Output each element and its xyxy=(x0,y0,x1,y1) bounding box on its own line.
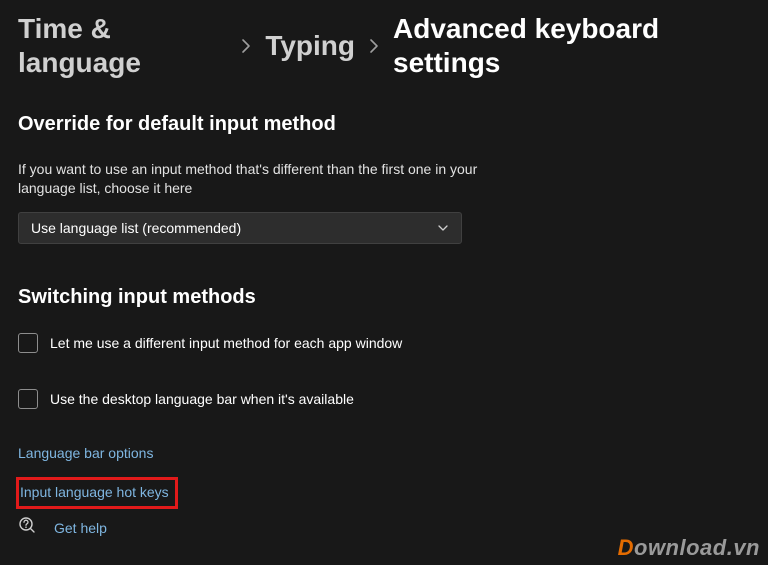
language-bar-options-link[interactable]: Language bar options xyxy=(18,445,153,461)
switching-heading: Switching input methods xyxy=(18,286,750,309)
breadcrumb-current: Advanced keyboard settings xyxy=(393,12,750,79)
breadcrumb-time-language[interactable]: Time & language xyxy=(18,12,227,79)
input-language-hotkeys-highlight: Input language hot keys xyxy=(16,477,178,509)
watermark-letter: D xyxy=(618,535,634,560)
chevron-right-icon xyxy=(241,38,251,54)
chevron-right-icon xyxy=(369,38,379,54)
checkbox-per-app-input[interactable]: Let me use a different input method for … xyxy=(18,333,750,353)
get-help-link[interactable]: Get help xyxy=(54,520,107,536)
watermark: Download.vn xyxy=(618,535,760,561)
input-language-hotkeys-link[interactable]: Input language hot keys xyxy=(20,484,169,500)
checkbox-desktop-language-bar[interactable]: Use the desktop language bar when it's a… xyxy=(18,389,750,409)
breadcrumb: Time & language Typing Advanced keyboard… xyxy=(18,12,750,79)
input-method-dropdown[interactable]: Use language list (recommended) xyxy=(18,212,462,244)
checkbox-label: Let me use a different input method for … xyxy=(50,335,402,351)
watermark-text: ownload.vn xyxy=(634,535,760,560)
help-icon xyxy=(18,516,36,539)
override-description: If you want to use an input method that'… xyxy=(18,160,478,198)
breadcrumb-typing[interactable]: Typing xyxy=(265,29,355,63)
get-help-row[interactable]: Get help xyxy=(18,516,107,539)
chevron-down-icon xyxy=(437,222,449,234)
checkbox-label: Use the desktop language bar when it's a… xyxy=(50,391,354,407)
override-heading: Override for default input method xyxy=(18,113,750,136)
dropdown-value: Use language list (recommended) xyxy=(31,220,241,236)
checkbox-icon xyxy=(18,389,38,409)
checkbox-icon xyxy=(18,333,38,353)
